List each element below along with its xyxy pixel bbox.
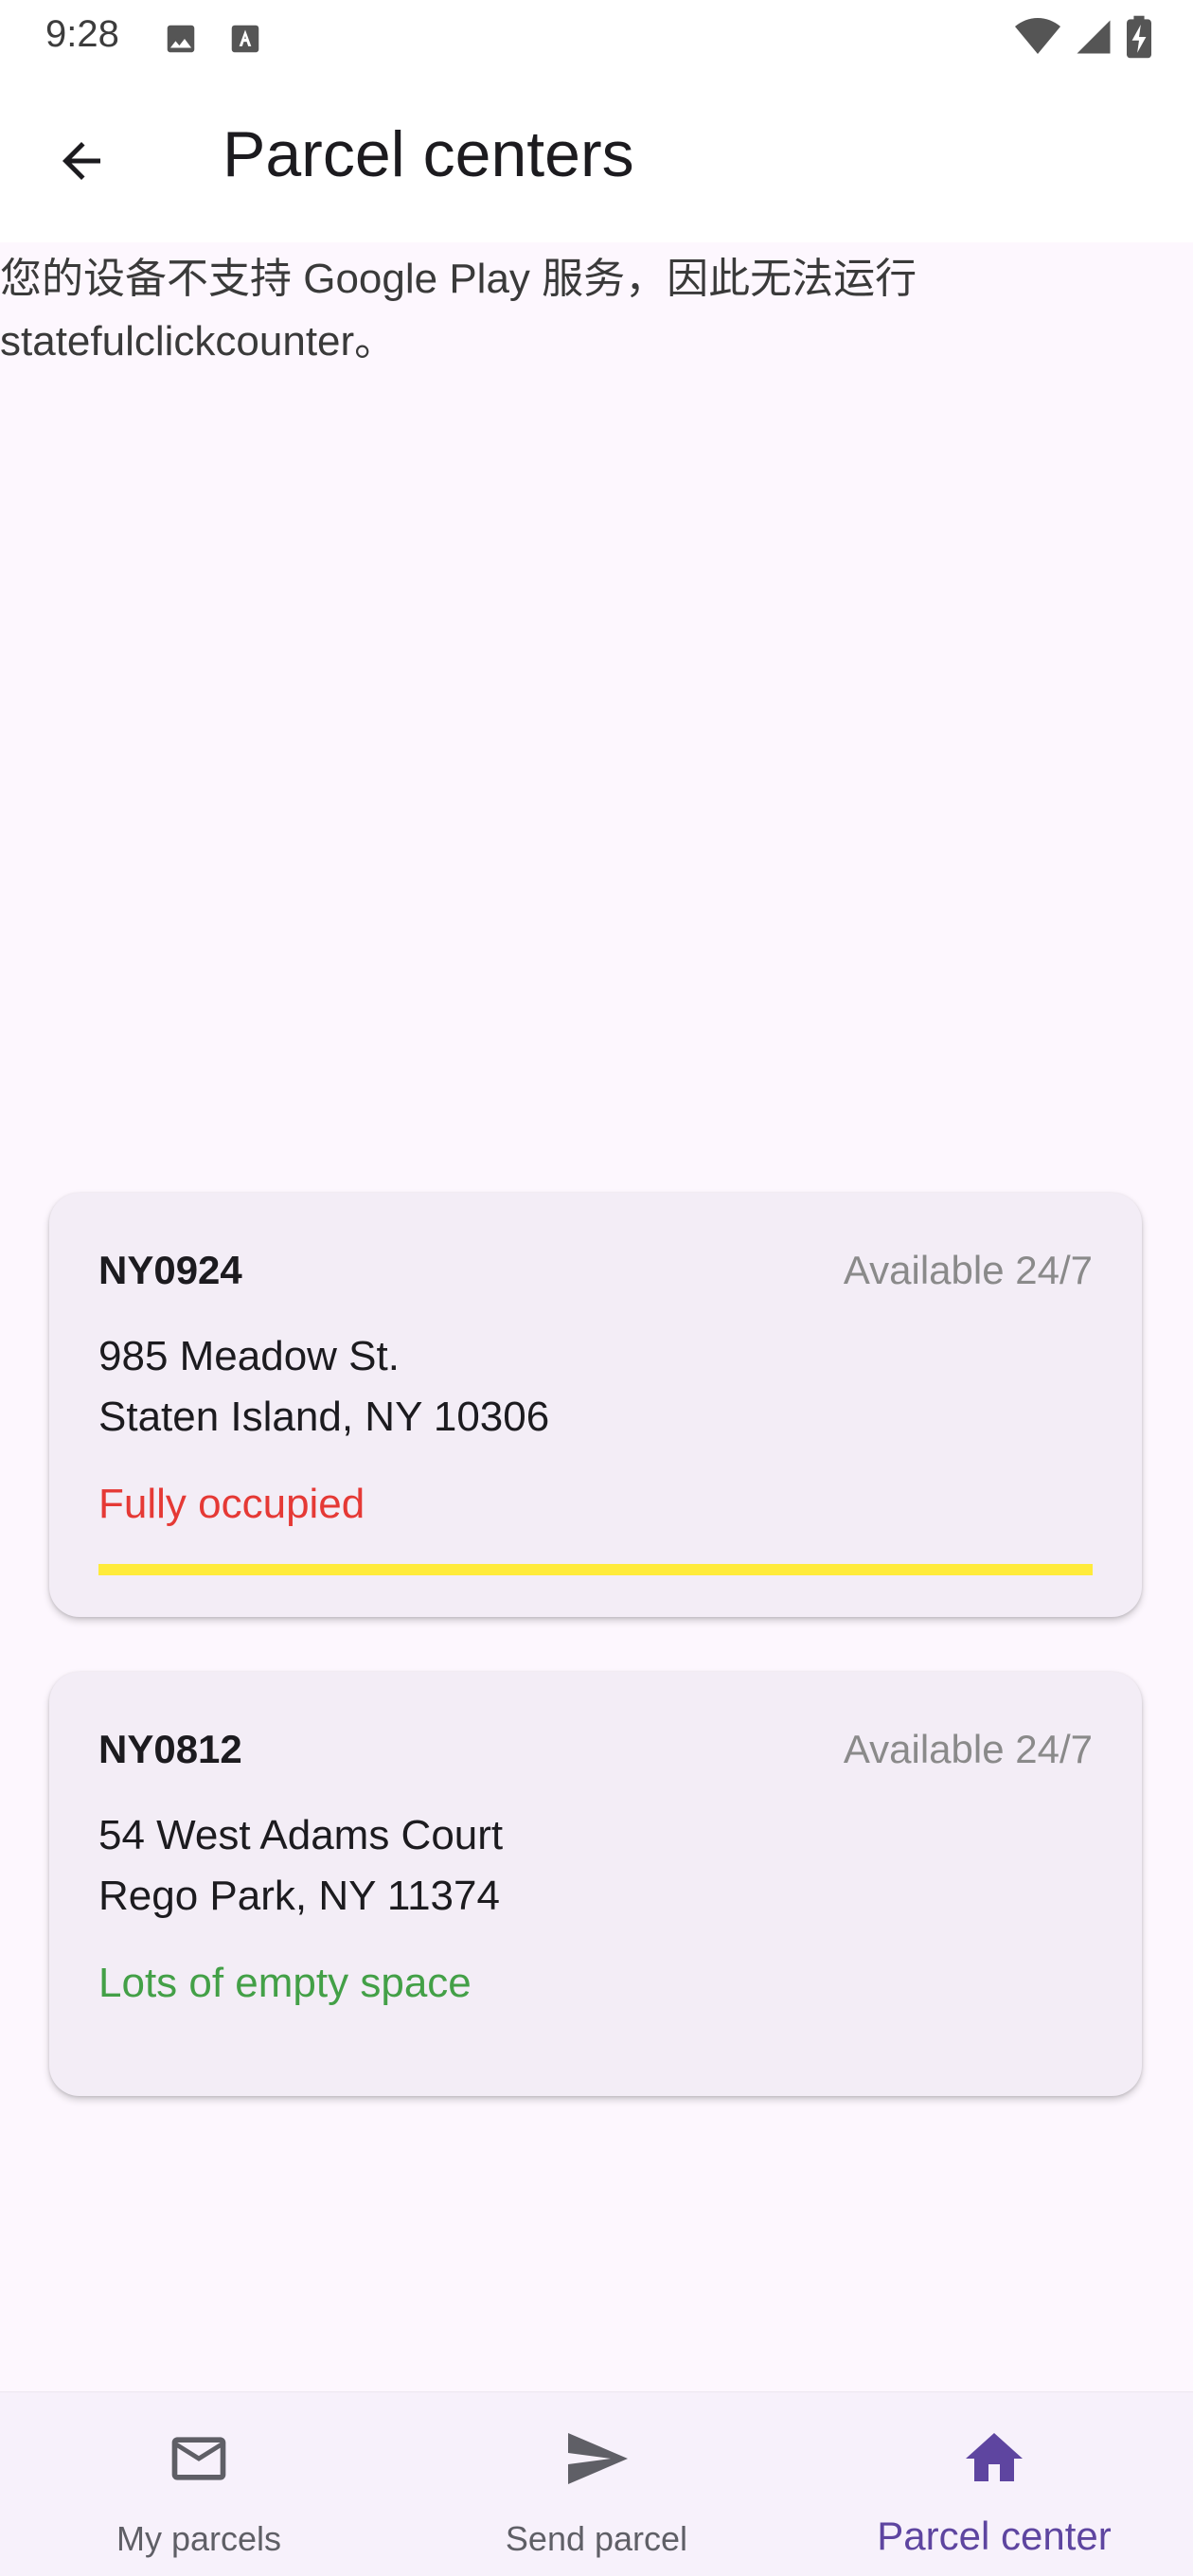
parcel-center-id: NY0924: [98, 1248, 242, 1292]
mail-icon: [161, 2421, 237, 2496]
image-icon: [163, 21, 199, 62]
arrow-back-icon: [53, 133, 110, 194]
parcel-center-card[interactable]: NY0924 Available 24/7 985 Meadow St. Sta…: [49, 1193, 1142, 1617]
availability-label: Available 24/7: [843, 1727, 1093, 1771]
address-street: 985 Meadow St.: [98, 1333, 400, 1379]
occupancy-progress-fill: [98, 1564, 1093, 1575]
wifi-icon: [1015, 17, 1060, 62]
occupancy-progress-bar: [98, 1564, 1093, 1575]
occupancy-status: Lots of empty space: [98, 1960, 472, 2006]
parcel-center-card[interactable]: NY0812 Available 24/7 54 West Adams Cour…: [49, 1672, 1142, 2096]
error-line-2: statefulclickcounter。: [0, 318, 397, 364]
status-time: 9:28: [45, 13, 119, 55]
nav-item-send-parcel[interactable]: Send parcel: [398, 2392, 795, 2576]
parcel-center-id: NY0812: [98, 1727, 242, 1771]
address-street: 54 West Adams Court: [98, 1812, 504, 1858]
availability-label: Available 24/7: [843, 1248, 1093, 1292]
signal-icon: [1074, 17, 1113, 62]
battery-charging-icon: [1127, 15, 1151, 63]
back-button[interactable]: [42, 123, 121, 203]
status-left-icons: [163, 21, 263, 62]
main-content: 您的设备不支持 Google Play 服务，因此无法运行 statefulcl…: [0, 242, 1193, 2391]
home-icon: [956, 2421, 1032, 2496]
bottom-navigation: My parcels Send parcel Parcel center: [0, 2391, 1193, 2576]
address-city: Rego Park, NY 11374: [98, 1873, 500, 1919]
nav-label: Parcel center: [877, 2514, 1112, 2558]
status-bar: 9:28: [0, 0, 1193, 74]
nav-label: My parcels: [116, 2519, 282, 2558]
google-play-services-error: 您的设备不支持 Google Play 服务，因此无法运行 statefulcl…: [0, 248, 1004, 373]
app-bar: Parcel centers: [0, 74, 1193, 242]
nav-item-parcel-center[interactable]: Parcel center: [795, 2392, 1193, 2576]
keyboard-a-icon: [227, 21, 263, 62]
status-right-icons: [1015, 15, 1151, 63]
occupancy-status: Fully occupied: [98, 1481, 365, 1527]
page-title: Parcel centers: [223, 118, 634, 190]
nav-label: Send parcel: [505, 2519, 688, 2558]
error-line-1: 您的设备不支持 Google Play 服务，因此无法运行: [0, 256, 917, 302]
send-icon: [559, 2421, 634, 2496]
nav-item-my-parcels[interactable]: My parcels: [0, 2392, 398, 2576]
address-city: Staten Island, NY 10306: [98, 1394, 550, 1440]
